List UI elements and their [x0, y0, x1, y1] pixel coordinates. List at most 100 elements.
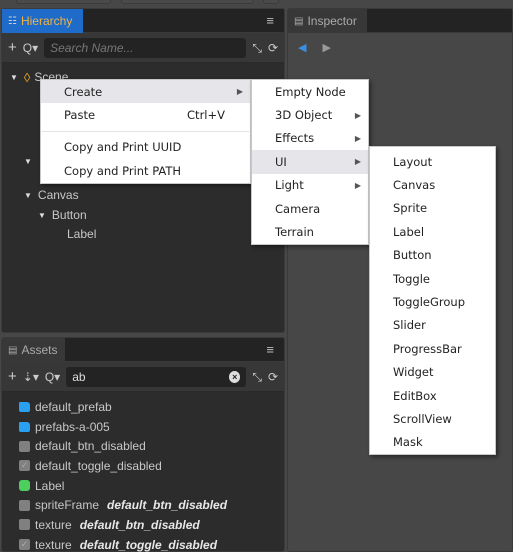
tree-node-label[interactable]: Label	[67, 224, 96, 244]
checkbox-image-icon: ✓	[19, 460, 30, 472]
menu-item-create[interactable]: Create ▶	[41, 80, 250, 104]
menu-item-layout[interactable]: Layout	[370, 150, 495, 173]
menu-item-mask[interactable]: Mask	[370, 431, 495, 454]
assets-panel: ▤ Assets ≡ + ⇣▾ Q▾ × ⤡ ⟳ default_prefab …	[1, 337, 285, 552]
menu-item-progressbar[interactable]: ProgressBar	[370, 337, 495, 360]
editor-window: ☷ Hierarchy ≡ + Q▾ ⤡ ⟳ ▼ ◊ Scene ▼ ▼	[0, 0, 513, 552]
context-menu: Create ▶ Paste Ctrl+V Copy and Print UUID …	[40, 79, 251, 184]
sort-dropdown[interactable]: ⇣▾	[23, 371, 39, 383]
menu-item-scrollview[interactable]: ScrollView	[370, 407, 495, 430]
tab-hierarchy[interactable]: ☷ Hierarchy	[2, 9, 83, 33]
toolbar-segment[interactable]	[16, 0, 111, 4]
submenu-arrow-icon: ▶	[236, 87, 243, 97]
menu-item-editbox[interactable]: EditBox	[370, 384, 495, 407]
expand-triangle-icon[interactable]: ▼	[24, 157, 32, 166]
assets-toolbar: + ⇣▾ Q▾ × ⤡ ⟳	[2, 362, 284, 392]
asset-row[interactable]: prefabs-a-005	[2, 417, 284, 437]
add-asset-button[interactable]: +	[8, 369, 17, 384]
hierarchy-search[interactable]	[44, 37, 247, 58]
tree-node-hidden[interactable]: ▼	[24, 151, 38, 171]
assets-tabbar: ▤ Assets ≡	[2, 338, 284, 362]
create-submenu: Empty Node 3D Object ▶ Effects ▶ UI ▶ Light…	[251, 79, 369, 245]
menu-item-ui[interactable]: UI ▶	[252, 150, 368, 174]
expand-triangle-icon[interactable]: ▼	[10, 73, 18, 82]
menu-item-copy-path[interactable]: Copy and Print PATH	[41, 159, 250, 182]
submenu-arrow-icon: ▶	[354, 157, 361, 167]
image-icon	[19, 499, 30, 511]
folder-icon	[19, 401, 30, 412]
collapse-all-icon[interactable]: ⤡	[252, 371, 262, 383]
asset-row[interactable]: ✓ texture default_toggle_disabled	[2, 535, 284, 552]
expand-triangle-icon[interactable]: ▼	[24, 191, 32, 200]
hierarchy-menu-icon[interactable]: ≡	[266, 13, 274, 28]
asset-list: default_prefab prefabs-a-005 default_btn…	[2, 392, 284, 552]
back-arrow-icon[interactable]: ◀	[298, 41, 306, 54]
image-icon	[19, 519, 30, 531]
submenu-arrow-icon: ▶	[354, 180, 361, 190]
menu-item-button[interactable]: Button	[370, 244, 495, 267]
scene-icon: ◊	[23, 69, 31, 85]
toolbar-segment[interactable]	[121, 0, 254, 4]
search-type-dropdown[interactable]: Q▾	[23, 42, 38, 54]
refresh-icon[interactable]: ⟳	[268, 42, 278, 54]
asset-row[interactable]: texture default_btn_disabled	[2, 515, 284, 535]
shortcut-label: Ctrl+V	[187, 108, 225, 123]
menu-item-terrain[interactable]: Terrain	[252, 220, 368, 243]
hierarchy-icon: ☷	[8, 15, 17, 27]
assets-search-input[interactable]	[72, 369, 230, 384]
asset-row[interactable]: default_btn_disabled	[2, 436, 284, 456]
add-node-button[interactable]: +	[8, 40, 17, 55]
toolbar-segment[interactable]	[263, 0, 279, 4]
menu-item-light[interactable]: Light ▶	[252, 174, 368, 197]
asset-row[interactable]: Label	[2, 476, 284, 496]
refresh-icon[interactable]: ⟳	[268, 371, 278, 383]
menu-item-toggle[interactable]: Toggle	[370, 267, 495, 290]
menu-item-3d-object[interactable]: 3D Object ▶	[252, 103, 368, 126]
submenu-arrow-icon: ▶	[354, 110, 361, 120]
tab-assets-label: Assets	[21, 343, 58, 357]
submenu-arrow-icon: ▶	[354, 133, 361, 143]
collapse-all-icon[interactable]: ⤡	[252, 42, 262, 54]
search-type-dropdown[interactable]: Q▾	[45, 371, 60, 383]
menu-item-copy-uuid[interactable]: Copy and Print UUID	[41, 136, 250, 159]
folder-icon	[19, 421, 30, 432]
inspector-nav: ◀ ▶	[288, 33, 512, 61]
hierarchy-tabbar: ☷ Hierarchy ≡	[2, 9, 284, 33]
expand-triangle-icon[interactable]: ▼	[38, 211, 46, 220]
hierarchy-search-input[interactable]	[50, 40, 241, 55]
image-icon	[19, 440, 30, 452]
clear-search-icon[interactable]: ×	[229, 370, 241, 383]
menu-item-slider[interactable]: Slider	[370, 314, 495, 337]
menu-item-effects[interactable]: Effects ▶	[252, 127, 368, 150]
assets-icon: ▤	[8, 344, 18, 356]
menu-item-camera[interactable]: Camera	[252, 197, 368, 220]
inspector-icon: ▤	[294, 15, 304, 27]
top-toolbar-strip	[0, 0, 513, 8]
menu-item-paste[interactable]: Paste Ctrl+V	[41, 103, 250, 126]
tab-hierarchy-label: Hierarchy	[20, 14, 73, 28]
menu-item-empty-node[interactable]: Empty Node	[252, 80, 368, 103]
tab-assets[interactable]: ▤ Assets	[2, 338, 66, 362]
asset-row[interactable]: ✓ default_toggle_disabled	[2, 456, 284, 476]
menu-item-sprite[interactable]: Sprite	[370, 197, 495, 220]
tab-inspector[interactable]: ▤ Inspector	[288, 9, 367, 33]
menu-separator	[42, 130, 249, 132]
asset-row[interactable]: spriteFrame default_btn_disabled	[2, 495, 284, 515]
tree-node-canvas[interactable]: ▼ Canvas	[24, 185, 79, 205]
menu-item-widget[interactable]: Widget	[370, 361, 495, 384]
prefab-cube-icon	[19, 480, 30, 492]
assets-menu-icon[interactable]: ≡	[266, 342, 274, 357]
tab-inspector-label: Inspector	[307, 14, 357, 28]
hierarchy-toolbar: + Q▾ ⤡ ⟳	[2, 33, 284, 63]
ui-submenu: Layout Canvas Sprite Label Button Toggle…	[369, 146, 496, 456]
assets-search[interactable]: ×	[66, 366, 247, 387]
inspector-tabbar: ▤ Inspector	[288, 9, 512, 33]
asset-row[interactable]: default_prefab	[2, 397, 284, 417]
menu-item-togglegroup[interactable]: ToggleGroup	[370, 290, 495, 313]
menu-item-canvas[interactable]: Canvas	[370, 173, 495, 196]
forward-arrow-icon[interactable]: ▶	[322, 41, 330, 54]
menu-item-label[interactable]: Label	[370, 220, 495, 243]
tree-node-button[interactable]: ▼ Button	[38, 205, 87, 225]
checkbox-image-icon: ✓	[19, 539, 30, 551]
node-tree: ▼ ◊ Scene ▼ ▼ Canvas ▼ Button Label	[2, 63, 284, 242]
